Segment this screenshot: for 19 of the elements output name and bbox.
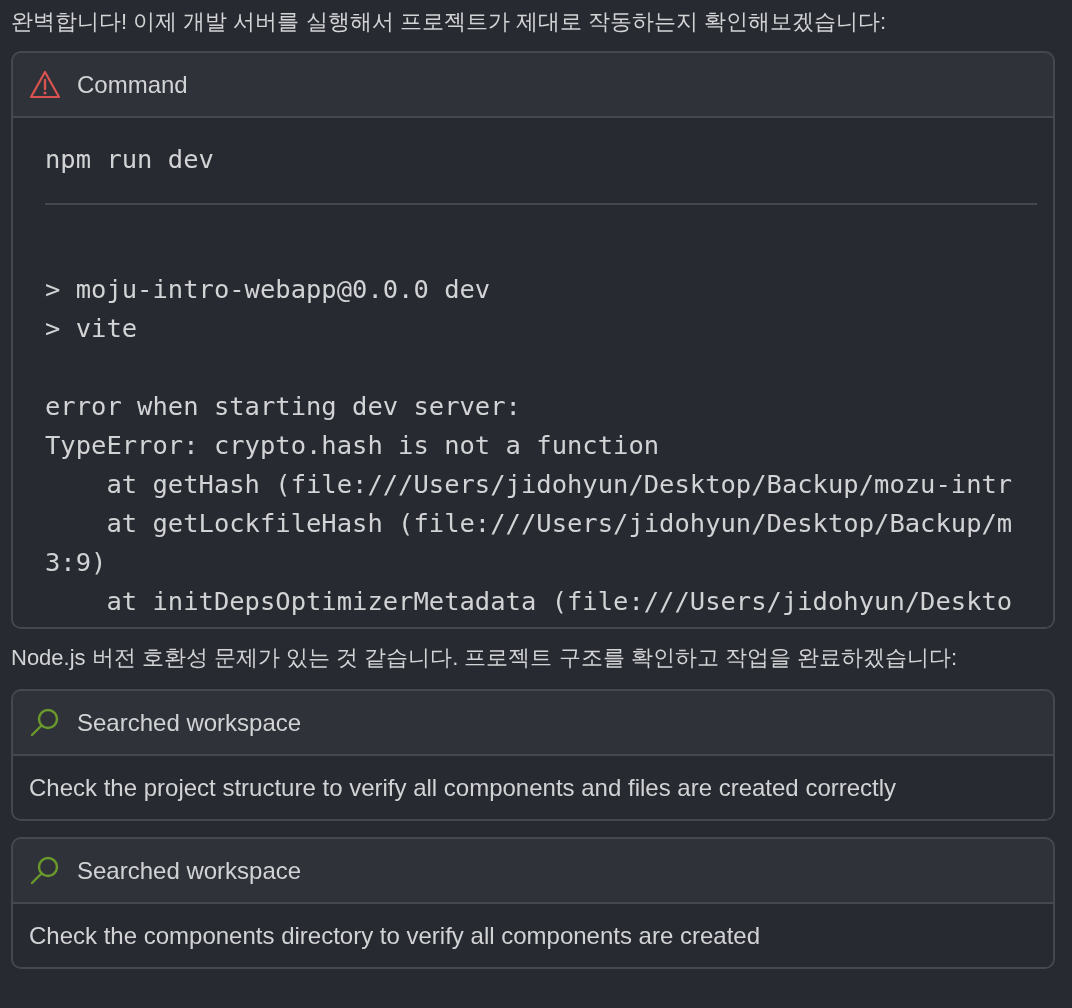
command-text: npm run dev xyxy=(45,118,1037,205)
output-line: 3:9) xyxy=(45,546,108,579)
output-line: > moju-intro-webapp@0.0.0 dev xyxy=(45,273,492,306)
warning-icon xyxy=(29,69,61,100)
card-title: Command xyxy=(77,70,188,99)
output-line: at getLockfileHash (file:///Users/jidohyun/Desktop/Backup/m xyxy=(105,507,1014,540)
message-text: Node.js 버전 호환성 문제가 있는 것 같습니다. 프로젝트 구조를 확인하고 작업을 완료하겠습니다: xyxy=(11,644,959,672)
search-icon xyxy=(29,706,61,739)
output-line: at initDepsOptimizerMetadata (file:///Users/jidohyun/Deskto xyxy=(105,585,1014,618)
search-icon xyxy=(29,854,61,887)
card-description: Check the components directory to verify all components are created xyxy=(13,904,1053,967)
intro-text: 완벽합니다! 이제 개발 서버를 실행해서 프로젝트가 제대로 작동하는지 확인해보겠습니다: xyxy=(11,8,888,36)
output-line: > vite xyxy=(45,312,139,345)
card-description: Check the project structure to verify all components and files are created correctly xyxy=(13,756,1053,819)
output-line: error when starting dev server: xyxy=(45,390,522,423)
output-line: at getHash (file:///Users/jidohyun/Desktop/Backup/mozu-intr xyxy=(105,468,1014,501)
output-line: TypeError: crypto.hash is not a function xyxy=(45,429,661,462)
card-title: Searched workspace xyxy=(77,708,302,737)
card-title: Searched workspace xyxy=(77,856,302,885)
